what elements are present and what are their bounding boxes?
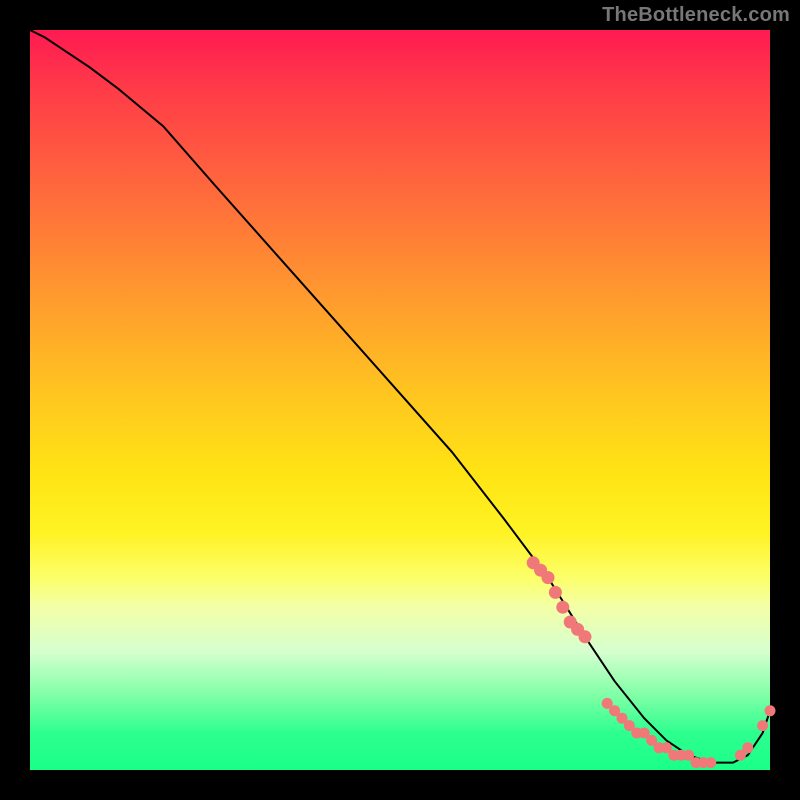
- bottleneck-curve: [30, 30, 770, 763]
- chart-frame: TheBottleneck.com: [0, 0, 800, 800]
- gradient-plot-area: [30, 30, 770, 770]
- curve-marker: [765, 705, 776, 716]
- watermark-label: TheBottleneck.com: [602, 4, 790, 27]
- curve-marker: [542, 571, 555, 584]
- curve-marker: [757, 720, 768, 731]
- curve-marker: [579, 630, 592, 643]
- curve-points-upper: [527, 556, 592, 643]
- curve-layer: [30, 30, 770, 770]
- curve-marker: [705, 757, 716, 768]
- curve-marker: [556, 601, 569, 614]
- curve-marker: [742, 742, 753, 753]
- curve-marker: [549, 586, 562, 599]
- curve-points-tail: [735, 705, 776, 760]
